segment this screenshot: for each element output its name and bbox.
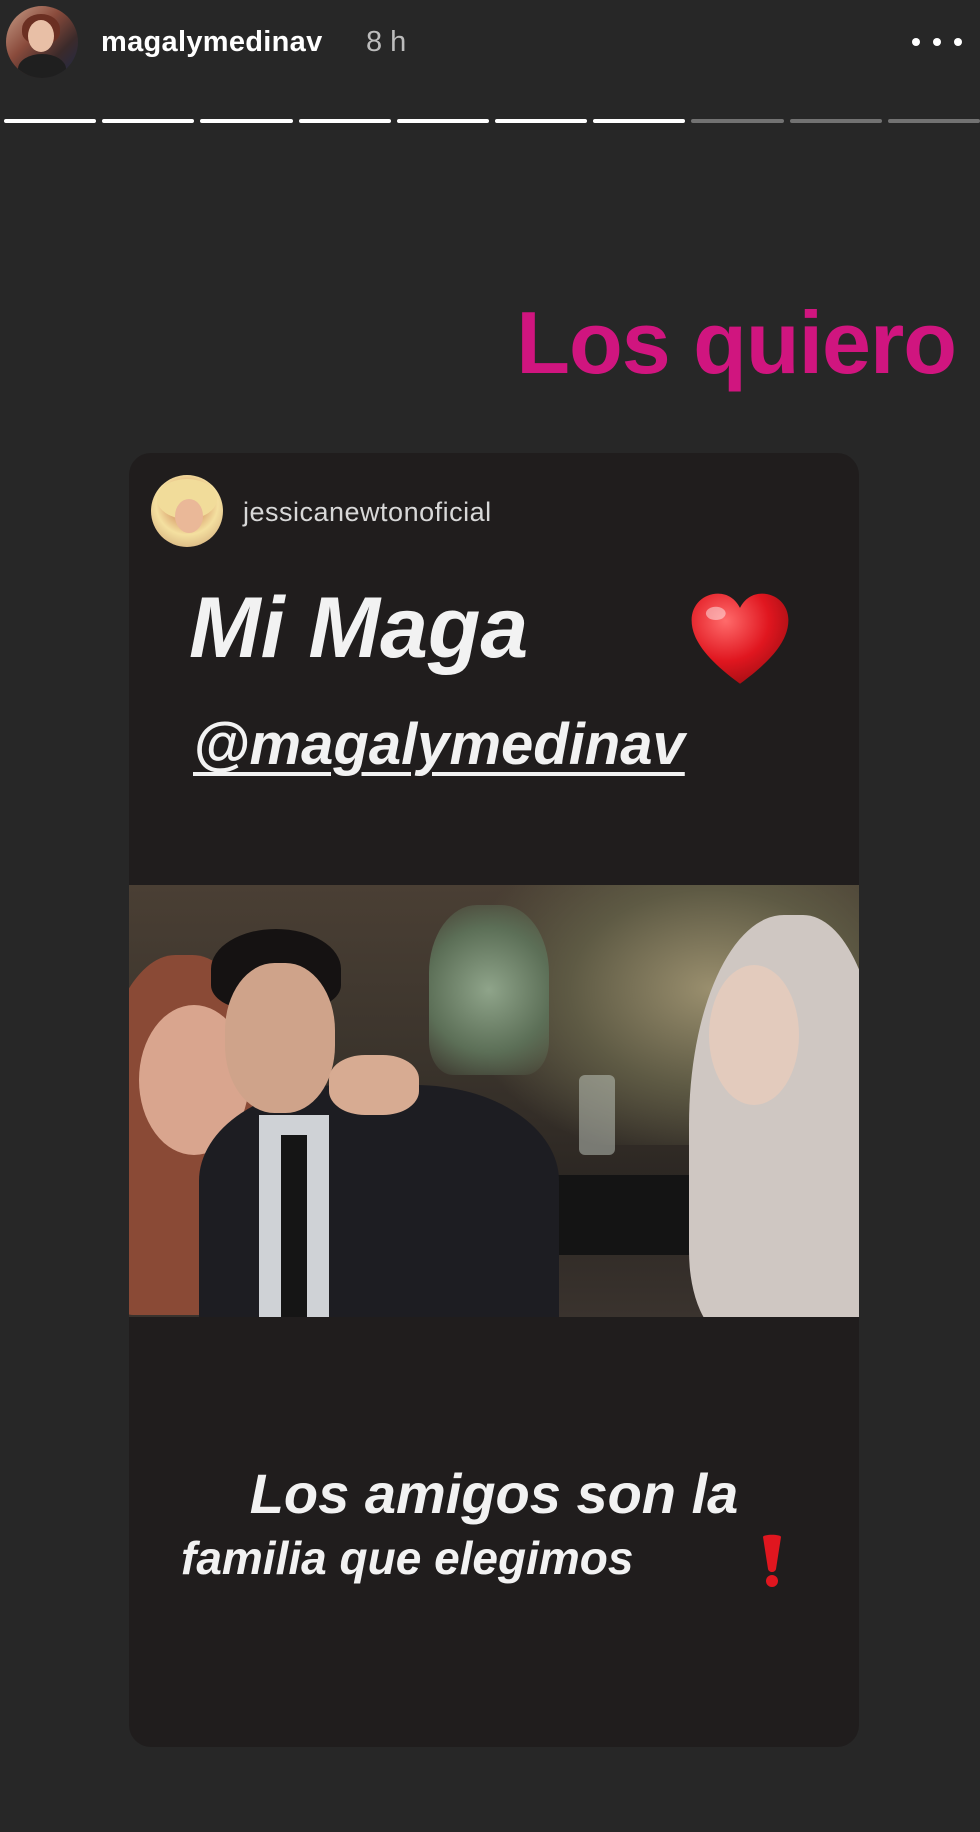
- photo-person-center-face: [225, 963, 335, 1113]
- progress-segment: [495, 119, 588, 123]
- shared-post-mention[interactable]: @magalymedinav: [193, 711, 685, 778]
- shared-avatar-face: [175, 499, 203, 533]
- story-caption: Los quiero: [516, 293, 957, 392]
- shared-post-footer-line-1: Los amigos son la: [249, 1462, 739, 1525]
- avatar-body: [18, 54, 66, 78]
- red-heart-icon: [691, 593, 789, 684]
- red-exclamation-icon: [763, 1534, 781, 1587]
- story-username[interactable]: magalymedinav: [101, 26, 323, 59]
- more-horizontal-icon[interactable]: [912, 30, 962, 54]
- photo-person-right-face: [709, 965, 799, 1105]
- progress-segment: [4, 119, 97, 123]
- story-time: 8 h: [366, 26, 407, 58]
- progress-segment: [593, 119, 686, 123]
- story-header: magalymedinav 8 h: [0, 0, 980, 100]
- progress-segment: [200, 119, 293, 123]
- photo-person-center-tie: [281, 1135, 307, 1317]
- shared-post-avatar[interactable]: [151, 475, 223, 547]
- photo-glass: [579, 1075, 615, 1155]
- shared-post-card[interactable]: jessicanewtonoficial Mi Maga @magalymedi…: [129, 453, 859, 1747]
- more-dot: [912, 38, 920, 46]
- story-viewer[interactable]: magalymedinav 8 h Los quiero jessicanewt…: [0, 0, 980, 1832]
- story-progress-bar: [4, 119, 980, 123]
- progress-segment: [102, 119, 195, 123]
- progress-segment: [298, 119, 391, 123]
- photo-plant: [429, 905, 549, 1075]
- progress-segment: [691, 119, 784, 123]
- avatar[interactable]: [6, 6, 78, 78]
- shared-post-photo: [129, 885, 859, 1317]
- progress-segment: [887, 119, 980, 123]
- more-dot: [933, 38, 941, 46]
- progress-segment: [396, 119, 490, 123]
- more-dot: [954, 38, 962, 46]
- photo-hand: [329, 1055, 419, 1115]
- shared-post-footer-line-2: familia que elegimos: [181, 1532, 634, 1584]
- progress-segment: [789, 119, 882, 123]
- avatar-face: [28, 20, 54, 52]
- shared-post-username[interactable]: jessicanewtonoficial: [243, 497, 492, 528]
- photo-person-center-suit: [199, 1085, 559, 1317]
- mention-link[interactable]: @magalymedinav: [193, 712, 685, 777]
